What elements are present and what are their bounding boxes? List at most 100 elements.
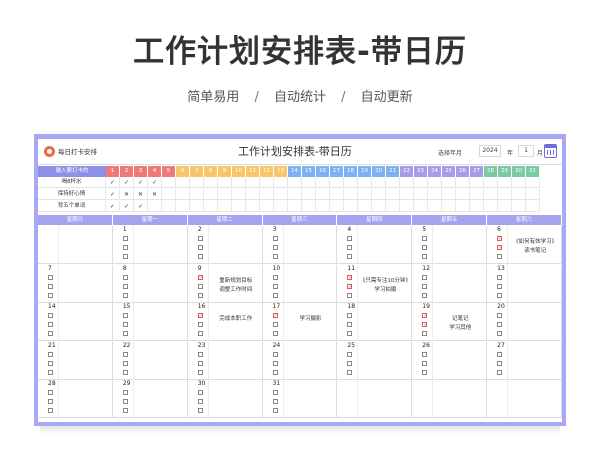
- habit-mark-cell[interactable]: [344, 201, 358, 211]
- checkbox[interactable]: [197, 390, 203, 395]
- checkbox[interactable]: [197, 283, 203, 289]
- calendar-icon[interactable]: [544, 144, 557, 158]
- calendar-day-cell[interactable]: 25: [337, 341, 413, 380]
- checkbox[interactable]: [48, 390, 53, 395]
- habit-mark-cell[interactable]: [526, 177, 540, 187]
- checkbox[interactable]: [422, 351, 428, 357]
- habit-mark-cell[interactable]: ✕: [134, 189, 148, 199]
- checkbox[interactable]: [347, 292, 353, 298]
- checkbox[interactable]: [48, 369, 53, 375]
- checkbox[interactable]: [422, 283, 428, 289]
- checkbox[interactable]: [197, 254, 203, 259]
- checked-checkbox[interactable]: ✓: [197, 274, 203, 280]
- habit-mark-cell[interactable]: [274, 201, 288, 211]
- checked-checkbox[interactable]: ✓: [497, 236, 502, 242]
- habit-mark-cell[interactable]: [302, 201, 316, 211]
- habit-mark-cell[interactable]: [218, 201, 232, 211]
- checkbox[interactable]: [497, 292, 503, 298]
- habit-mark-cell[interactable]: [428, 189, 442, 199]
- calendar-day-cell[interactable]: 2: [188, 226, 263, 264]
- checkbox[interactable]: [422, 331, 428, 336]
- checkbox[interactable]: [197, 236, 203, 241]
- habit-mark-cell[interactable]: [162, 177, 176, 187]
- calendar-day-cell[interactable]: 3: [263, 226, 338, 264]
- calendar-day-cell[interactable]: 5: [412, 226, 488, 264]
- checkbox[interactable]: [497, 313, 503, 318]
- checked-checkbox[interactable]: ✓: [422, 313, 427, 319]
- calendar-day-cell[interactable]: 16 ✓ 完成本职工作: [188, 303, 263, 341]
- habit-mark-cell[interactable]: [386, 177, 400, 187]
- checkbox[interactable]: [347, 351, 353, 357]
- habit-mark-cell[interactable]: [274, 177, 288, 187]
- habit-mark-cell[interactable]: [246, 177, 260, 187]
- habit-mark-cell[interactable]: [498, 189, 512, 199]
- checkbox[interactable]: [48, 351, 53, 357]
- calendar-day-cell[interactable]: 28: [38, 380, 113, 418]
- checkbox[interactable]: [122, 322, 128, 327]
- calendar-day-cell[interactable]: 31: [263, 380, 338, 418]
- habit-mark-cell[interactable]: [260, 189, 274, 199]
- habit-mark-cell[interactable]: [358, 201, 372, 211]
- checkbox[interactable]: [48, 408, 53, 413]
- checkbox[interactable]: [497, 283, 503, 289]
- checkbox[interactable]: [197, 369, 203, 375]
- habit-mark-cell[interactable]: [232, 201, 246, 211]
- habit-mark-cell[interactable]: [330, 177, 344, 187]
- habit-mark-cell[interactable]: ✓: [106, 177, 120, 187]
- calendar-day-cell[interactable]: 9 ✓ 重新规划目标 调整工作时间: [188, 264, 263, 303]
- checkbox[interactable]: [122, 331, 128, 336]
- habit-mark-cell[interactable]: [344, 177, 358, 187]
- checkbox[interactable]: [122, 351, 128, 357]
- habit-mark-cell[interactable]: [428, 177, 442, 187]
- habit-mark-cell[interactable]: [302, 189, 316, 199]
- calendar-day-cell[interactable]: 30: [188, 380, 263, 418]
- habit-mark-cell[interactable]: [456, 177, 470, 187]
- checkbox[interactable]: [422, 360, 428, 366]
- checkbox[interactable]: [347, 322, 353, 327]
- checkbox[interactable]: [422, 274, 428, 280]
- habit-mark-cell[interactable]: [330, 189, 344, 199]
- checkbox[interactable]: [497, 254, 503, 259]
- checkbox[interactable]: [422, 254, 428, 259]
- checkbox[interactable]: [122, 283, 128, 289]
- habit-mark-cell[interactable]: [372, 201, 386, 211]
- habit-mark-cell[interactable]: [162, 189, 176, 199]
- checkbox[interactable]: [497, 360, 503, 366]
- calendar-day-cell[interactable]: 13: [487, 264, 562, 303]
- checkbox[interactable]: [272, 408, 278, 413]
- habit-mark-cell[interactable]: [218, 189, 232, 199]
- habit-mark-cell[interactable]: ✓: [120, 177, 134, 187]
- checkbox[interactable]: [197, 399, 203, 404]
- checkbox[interactable]: [272, 236, 278, 241]
- habit-mark-cell[interactable]: [484, 201, 498, 211]
- checkbox[interactable]: [272, 245, 278, 250]
- habit-mark-cell[interactable]: [386, 201, 400, 211]
- calendar-day-cell[interactable]: 26: [412, 341, 488, 380]
- checked-checkbox[interactable]: ✓: [272, 313, 278, 319]
- checkbox[interactable]: [122, 399, 128, 404]
- checkbox[interactable]: [122, 313, 128, 318]
- checkbox[interactable]: [422, 236, 428, 241]
- habit-mark-cell[interactable]: [400, 177, 414, 187]
- habit-mark-cell[interactable]: [414, 177, 428, 187]
- habit-mark-cell[interactable]: [316, 189, 330, 199]
- checkbox[interactable]: [122, 236, 128, 241]
- habit-mark-cell[interactable]: [288, 189, 302, 199]
- checkbox[interactable]: [48, 331, 53, 336]
- habit-mark-cell[interactable]: [302, 177, 316, 187]
- calendar-day-cell[interactable]: 7: [38, 264, 113, 303]
- habit-mark-cell[interactable]: [456, 201, 470, 211]
- habit-mark-cell[interactable]: [498, 201, 512, 211]
- calendar-day-cell[interactable]: 8: [113, 264, 188, 303]
- habit-mark-cell[interactable]: ✕: [148, 189, 162, 199]
- checkbox[interactable]: [272, 369, 278, 375]
- habit-mark-cell[interactable]: [260, 177, 274, 187]
- checkbox[interactable]: [122, 369, 128, 375]
- habit-mark-cell[interactable]: ✓: [106, 201, 120, 211]
- checkbox[interactable]: [122, 274, 128, 280]
- checkbox[interactable]: [272, 360, 278, 366]
- habit-mark-cell[interactable]: [190, 189, 204, 199]
- calendar-day-cell[interactable]: 12: [412, 264, 488, 303]
- calendar-day-cell[interactable]: 18: [337, 303, 413, 341]
- habit-mark-cell[interactable]: ✓: [106, 189, 120, 199]
